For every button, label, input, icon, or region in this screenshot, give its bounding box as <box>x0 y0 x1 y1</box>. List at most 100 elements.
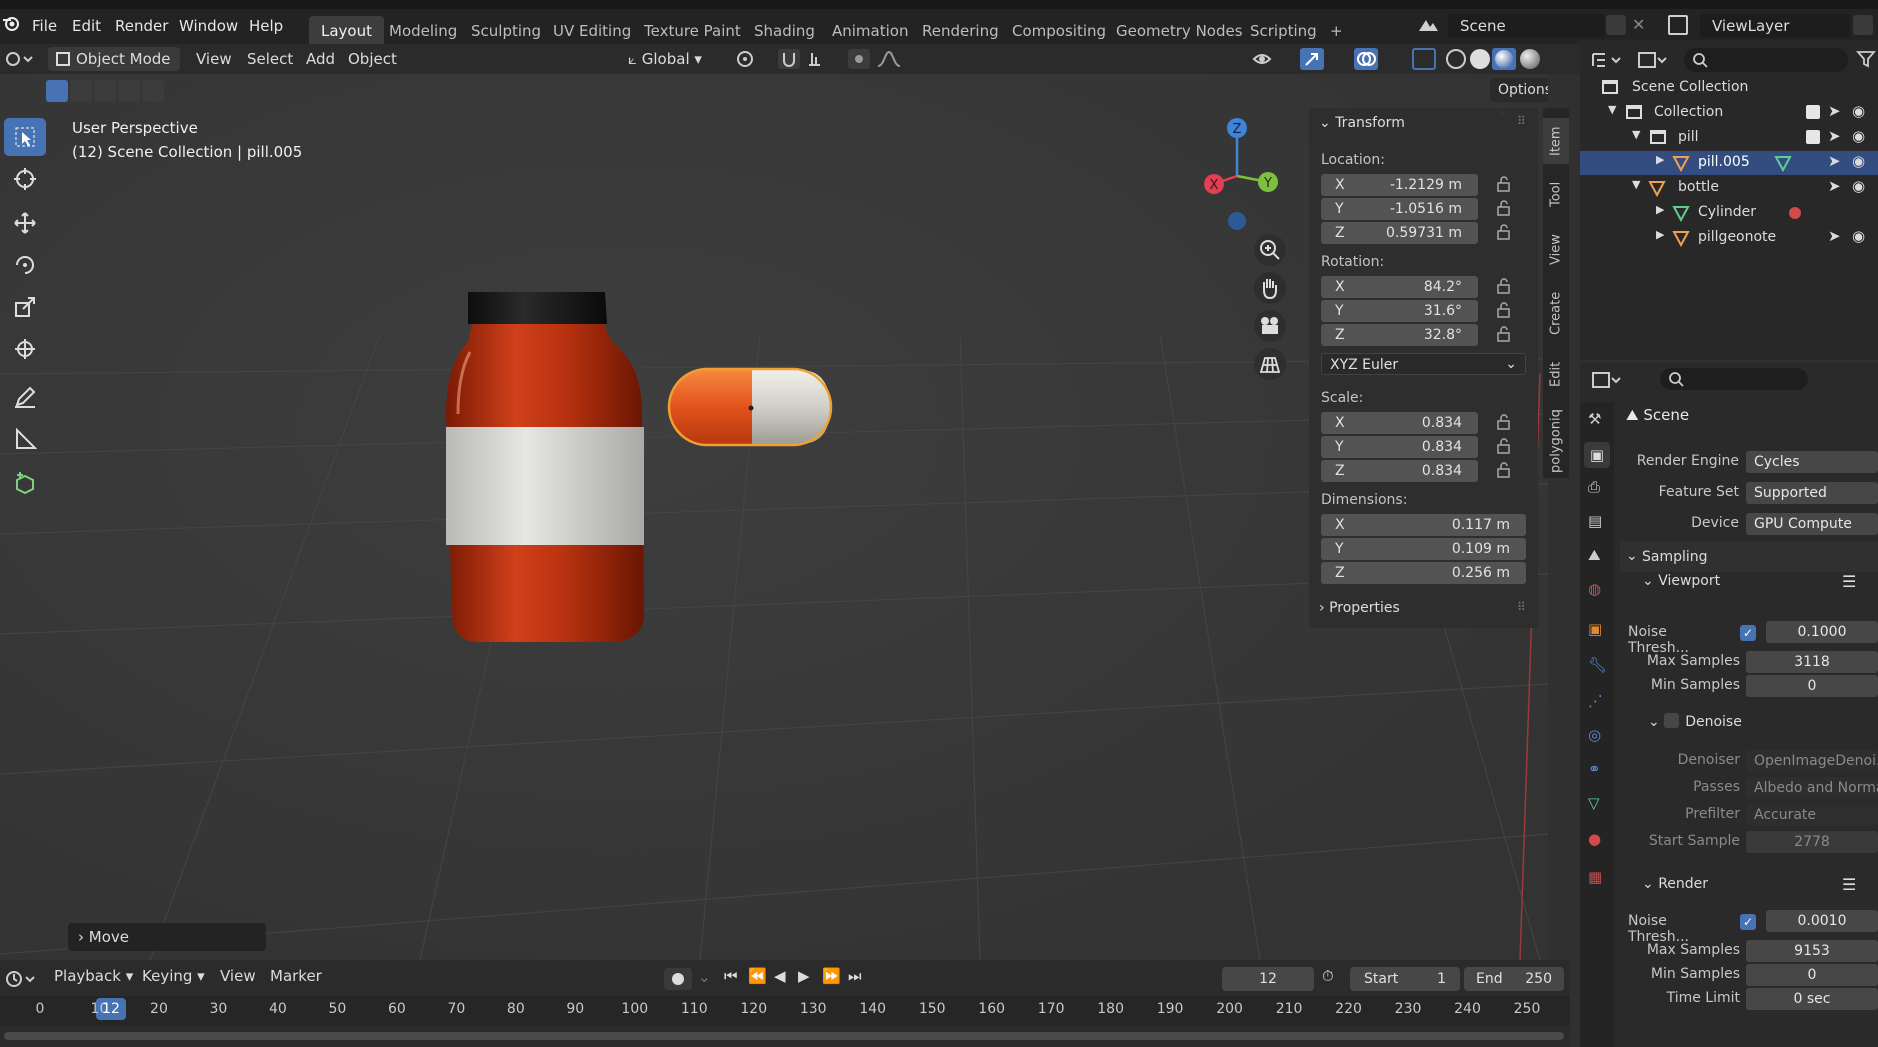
passes-dropdown[interactable]: Albedo and Normal <box>1746 777 1878 799</box>
tab-sculpting[interactable]: Sculpting <box>459 16 553 46</box>
snap-target-icon[interactable] <box>806 49 836 69</box>
snap-icon[interactable] <box>778 49 800 69</box>
view-layer-tab-icon[interactable]: ▤ <box>1588 512 1602 530</box>
tab-layout[interactable]: Layout <box>309 16 384 46</box>
jump-end-icon[interactable]: ⏭ <box>848 967 862 985</box>
rendered-shading-icon[interactable] <box>1520 49 1540 69</box>
timeline-scrollbar[interactable] <box>4 1032 1564 1040</box>
preview-range-icon[interactable]: ⏱ <box>1322 967 1334 985</box>
rotation-x-field[interactable]: X 84.2° <box>1321 276 1478 298</box>
menu-timeline-view[interactable]: View <box>220 967 256 985</box>
gizmo-toggle-icon[interactable] <box>1300 48 1324 70</box>
location-z-field[interactable]: Z 0.59731 m <box>1321 222 1478 244</box>
vp-noise-checkbox[interactable]: ✓ <box>1740 625 1756 641</box>
selectable-arrow-icon[interactable]: ➤ <box>1828 177 1841 195</box>
output-tab-icon[interactable]: ⎙ <box>1588 478 1600 496</box>
expand-right-icon[interactable]: ▶ <box>1656 153 1664 166</box>
eye-icon[interactable]: ◉ <box>1852 227 1865 245</box>
filter-icon[interactable] <box>1856 49 1876 69</box>
play-reverse-icon[interactable]: ◀ <box>774 967 786 985</box>
sampling-panel-header[interactable]: ⌄ Sampling <box>1620 542 1878 572</box>
tab-compositing[interactable]: Compositing <box>1000 16 1118 46</box>
navigation-gizmo[interactable]: Z Y X <box>1190 114 1280 234</box>
transform-panel-header[interactable]: ⌄ Transform <box>1319 115 1405 131</box>
record-icon[interactable] <box>664 968 692 990</box>
solid-shading-icon[interactable] <box>1470 49 1490 69</box>
zoom-icon[interactable] <box>1254 234 1286 266</box>
add-workspace-button[interactable]: + <box>1318 16 1355 46</box>
particles-tab-icon[interactable]: ⋰ <box>1588 692 1603 710</box>
properties-search-input[interactable] <box>1660 368 1808 390</box>
proportional-edit-icon[interactable] <box>848 49 870 69</box>
data-tab-icon[interactable]: ▽ <box>1588 794 1600 812</box>
sidebar-tab-item[interactable]: Item <box>1543 118 1569 164</box>
ortho-grid-icon[interactable] <box>1254 348 1286 380</box>
jump-start-icon[interactable]: ⏮ <box>724 967 738 985</box>
eye-icon[interactable]: ◉ <box>1852 102 1865 120</box>
orientation-dropdown[interactable]: ⟀ Global ▾ <box>628 47 724 71</box>
location-x-field[interactable]: X -1.2129 m <box>1321 174 1478 196</box>
annotate-tool[interactable] <box>4 378 46 416</box>
menu-marker[interactable]: Marker <box>270 967 322 985</box>
select-subtract-icon[interactable] <box>94 80 116 102</box>
r-noise-field[interactable]: 0.0010 <box>1766 910 1878 932</box>
select-box-tool[interactable] <box>4 118 46 156</box>
lock-location-x-icon[interactable] <box>1496 176 1512 192</box>
scale-x-field[interactable]: X 0.834 <box>1321 412 1478 434</box>
timeline-editor-icon[interactable] <box>4 968 40 990</box>
menu-object[interactable]: Object <box>348 47 397 71</box>
material-preview-shading-icon[interactable] <box>1492 48 1516 70</box>
vp-noise-field[interactable]: 0.1000 <box>1766 621 1878 643</box>
time-limit-field[interactable]: 0 sec <box>1746 988 1878 1010</box>
current-frame-field[interactable]: 12 <box>1222 967 1314 991</box>
selectable-arrow-icon[interactable]: ➤ <box>1828 102 1841 120</box>
tab-shading[interactable]: Shading <box>742 16 827 46</box>
checkbox-icon[interactable] <box>1806 105 1820 119</box>
dimensions-y-field[interactable]: Y 0.109 m <box>1321 538 1526 560</box>
outliner-row-pillgeonote[interactable]: ▶ pillgeonote ➤ ◉ <box>1580 226 1878 250</box>
overlay-toggle-icon[interactable] <box>1354 48 1378 70</box>
selectable-arrow-icon[interactable]: ➤ <box>1828 152 1841 170</box>
texture-tab-icon[interactable]: ▦ <box>1588 868 1602 886</box>
prefilter-dropdown[interactable]: Accurate <box>1746 804 1878 826</box>
menu-playback[interactable]: Playback ▾ <box>54 967 133 985</box>
sidebar-tab-create[interactable]: Create <box>1543 282 1569 344</box>
tab-texture-paint[interactable]: Texture Paint <box>632 16 753 46</box>
eye-icon[interactable]: ◉ <box>1852 127 1865 145</box>
add-cube-tool[interactable] <box>4 464 46 502</box>
expand-down-icon[interactable]: ▼ <box>1632 178 1640 191</box>
dimensions-x-field[interactable]: X 0.117 m <box>1321 514 1526 536</box>
expand-down-icon[interactable]: ▼ <box>1608 103 1616 116</box>
properties-editor-icon[interactable] <box>1590 368 1626 392</box>
camera-view-icon[interactable] <box>1254 310 1286 342</box>
transform-tool[interactable] <box>4 330 46 368</box>
end-frame-field[interactable]: End 250 <box>1464 967 1564 991</box>
xray-toggle-icon[interactable] <box>1412 48 1436 70</box>
lock-location-y-icon[interactable] <box>1496 200 1512 216</box>
move-tool[interactable] <box>4 204 46 242</box>
r-max-samples-field[interactable]: 9153 <box>1746 940 1878 962</box>
pan-hand-icon[interactable] <box>1254 272 1286 304</box>
outliner-row-bottle[interactable]: ▼ bottle ➤ ◉ <box>1580 176 1878 200</box>
menu-view[interactable]: View <box>196 47 232 71</box>
menu-edit[interactable]: Edit <box>72 17 101 35</box>
view-layer-selector[interactable]: ViewLayer <box>1700 14 1850 38</box>
outliner-search-input[interactable] <box>1684 48 1848 72</box>
lock-scale-x-icon[interactable] <box>1496 414 1512 430</box>
select-new-icon[interactable] <box>46 80 68 102</box>
lock-rotation-x-icon[interactable] <box>1496 278 1512 294</box>
measure-tool[interactable] <box>4 420 46 458</box>
rotate-tool[interactable] <box>4 246 46 284</box>
drag-handle-icon[interactable]: ⠿ <box>1517 114 1526 128</box>
scale-z-field[interactable]: Z 0.834 <box>1321 460 1478 482</box>
denoiser-dropdown[interactable]: OpenImageDenoi... <box>1746 750 1878 772</box>
display-mode-icon[interactable] <box>1636 48 1672 72</box>
prev-keyframe-icon[interactable]: ⏪ <box>748 967 767 985</box>
r-min-samples-field[interactable]: 0 <box>1746 964 1878 986</box>
eye-icon[interactable]: ◉ <box>1852 177 1865 195</box>
drag-handle-icon[interactable]: ⠿ <box>1517 600 1526 614</box>
selectable-arrow-icon[interactable]: ➤ <box>1828 127 1841 145</box>
lock-rotation-z-icon[interactable] <box>1496 326 1512 342</box>
menu-select[interactable]: Select <box>247 47 293 71</box>
outliner-row-pill[interactable]: ▼ pill ➤ ◉ <box>1580 126 1878 150</box>
